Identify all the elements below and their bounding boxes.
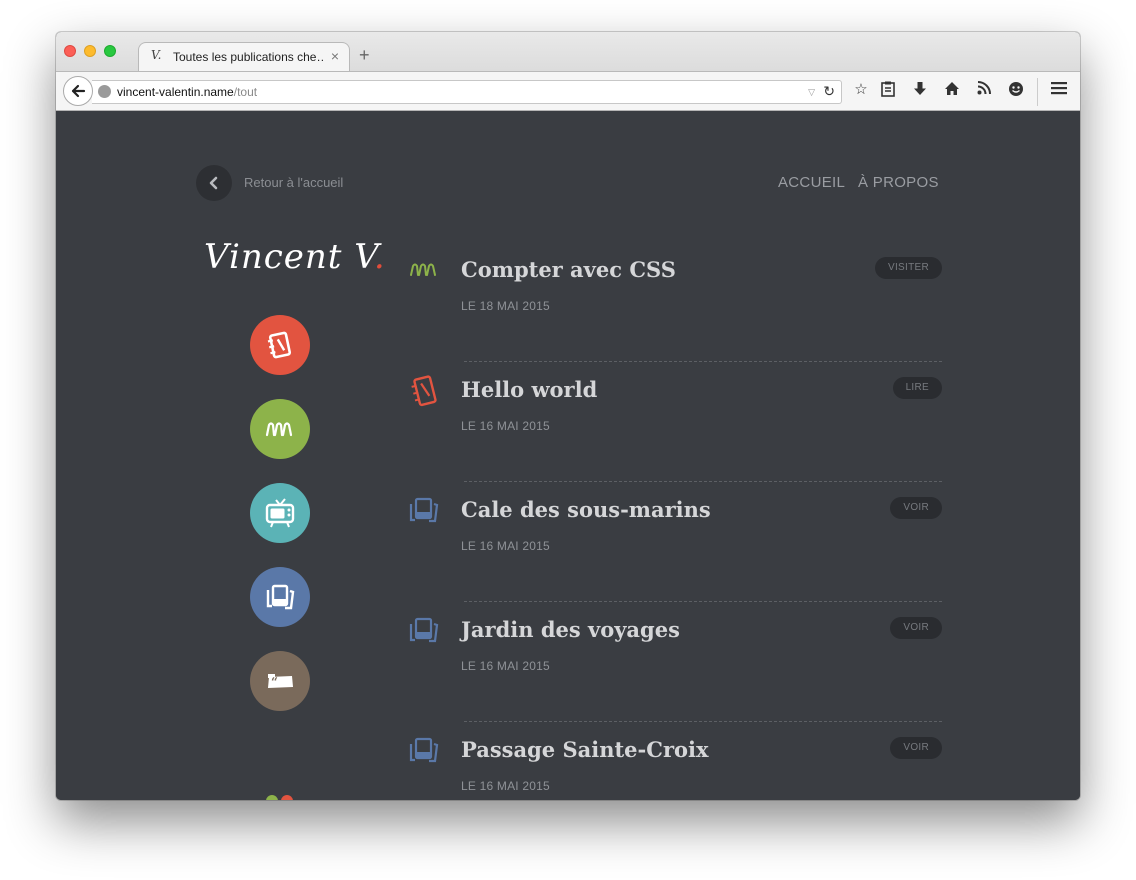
post-item: Hello world LE 16 MAI 2015 LIRE	[408, 373, 942, 493]
emoji-icon[interactable]	[1007, 81, 1025, 99]
post-date: LE 18 MAI 2015	[461, 299, 550, 313]
window-minimize-button[interactable]	[84, 45, 96, 57]
post-item: Jardin des voyages LE 16 MAI 2015 VOIR	[408, 613, 942, 733]
code-icon	[410, 263, 436, 276]
post-separator	[464, 721, 942, 722]
category-quote-button[interactable]: “	[250, 651, 310, 711]
star-icon[interactable]: ☆	[852, 81, 870, 99]
post-read-button[interactable]: LIRE	[892, 377, 942, 399]
quote-icon: “	[268, 674, 293, 689]
post-separator	[464, 481, 942, 482]
post-title[interactable]: Hello world	[461, 377, 597, 402]
window-close-button[interactable]	[64, 45, 76, 57]
tv-icon	[265, 498, 295, 528]
home-icon[interactable]	[943, 81, 961, 99]
post-item: Compter avec CSS LE 18 MAI 2015 VISITER	[408, 253, 942, 373]
reload-icon[interactable]: ↻	[823, 83, 835, 100]
post-view-button[interactable]: VOIR	[890, 497, 942, 519]
category-tv-button[interactable]	[250, 483, 310, 543]
post-date: LE 16 MAI 2015	[461, 659, 550, 673]
url-bar[interactable]: vincent-valentin.name/tout ▽ ↻	[92, 80, 842, 104]
footer-dot-red	[281, 795, 293, 800]
logo-dot: .	[373, 237, 386, 277]
reading-list-icon[interactable]	[879, 81, 897, 99]
url-host: vincent-valentin.name	[117, 85, 234, 99]
post-title[interactable]: Passage Sainte-Croix	[461, 737, 709, 762]
nav-bar: vincent-valentin.name/tout ▽ ↻ ☆	[56, 71, 1080, 111]
back-arrow-icon	[71, 84, 86, 98]
new-tab-button[interactable]: +	[359, 46, 370, 64]
post-date: LE 16 MAI 2015	[461, 419, 550, 433]
photos-icon	[409, 497, 439, 523]
tab-bar: V. Toutes les publications che… × +	[56, 32, 1080, 71]
footer-dot-green	[266, 795, 278, 800]
site-logo[interactable]: Vincent V.	[204, 237, 386, 277]
url-path: /tout	[233, 85, 258, 99]
post-view-button[interactable]: VOIR	[890, 617, 942, 639]
tab-favicon-icon: V.	[151, 48, 162, 62]
url-text[interactable]: vincent-valentin.name/tout	[117, 85, 257, 99]
photos-icon	[409, 617, 439, 643]
photos-icon	[266, 584, 295, 610]
tab-close-icon[interactable]: ×	[331, 48, 339, 64]
post-separator	[464, 601, 942, 602]
back-home-link[interactable]: Retour à l'accueil	[244, 175, 343, 190]
nav-accueil[interactable]: ACCUEIL	[778, 174, 845, 191]
back-home-button[interactable]	[196, 165, 232, 201]
page-content: Retour à l'accueil ACCUEIL À PROPOS Vinc…	[56, 111, 1080, 800]
post-date: LE 16 MAI 2015	[461, 779, 550, 793]
post-separator	[464, 361, 942, 362]
post-visit-button[interactable]: VISITER	[875, 257, 942, 279]
post-item: Passage Sainte-Croix LE 16 MAI 2015 VOIR	[408, 733, 942, 800]
window-maximize-button[interactable]	[104, 45, 116, 57]
svg-text:“: “	[271, 675, 278, 689]
post-date: LE 16 MAI 2015	[461, 539, 550, 553]
download-icon[interactable]	[911, 81, 929, 99]
post-title[interactable]: Cale des sous-marins	[461, 497, 711, 522]
post-view-button[interactable]: VOIR	[890, 737, 942, 759]
category-photos-button[interactable]	[250, 567, 310, 627]
photos-icon	[409, 737, 439, 763]
post-title[interactable]: Compter avec CSS	[461, 257, 676, 282]
browser-tab[interactable]: V. Toutes les publications che… ×	[138, 42, 350, 71]
notebook-icon	[411, 375, 437, 407]
globe-icon	[98, 85, 111, 98]
logo-text: Vincent V	[204, 237, 374, 277]
code-icon	[265, 422, 293, 437]
category-code-button[interactable]	[250, 399, 310, 459]
url-dropdown-icon[interactable]: ▽	[808, 87, 815, 98]
back-button[interactable]	[63, 76, 93, 106]
category-notebook-button[interactable]	[250, 315, 310, 375]
browser-window: V. Toutes les publications che… × + vinc…	[56, 32, 1080, 800]
menu-icon[interactable]	[1050, 81, 1068, 99]
notebook-icon	[267, 331, 292, 359]
tab-title: Toutes les publications che…	[173, 50, 323, 64]
post-item: Cale des sous-marins LE 16 MAI 2015 VOIR	[408, 493, 942, 613]
nav-a-propos[interactable]: À PROPOS	[858, 174, 939, 191]
chevron-left-icon	[209, 176, 218, 190]
post-title[interactable]: Jardin des voyages	[461, 617, 680, 642]
toolbar-separator	[1037, 78, 1038, 106]
rss-icon[interactable]	[975, 81, 993, 99]
